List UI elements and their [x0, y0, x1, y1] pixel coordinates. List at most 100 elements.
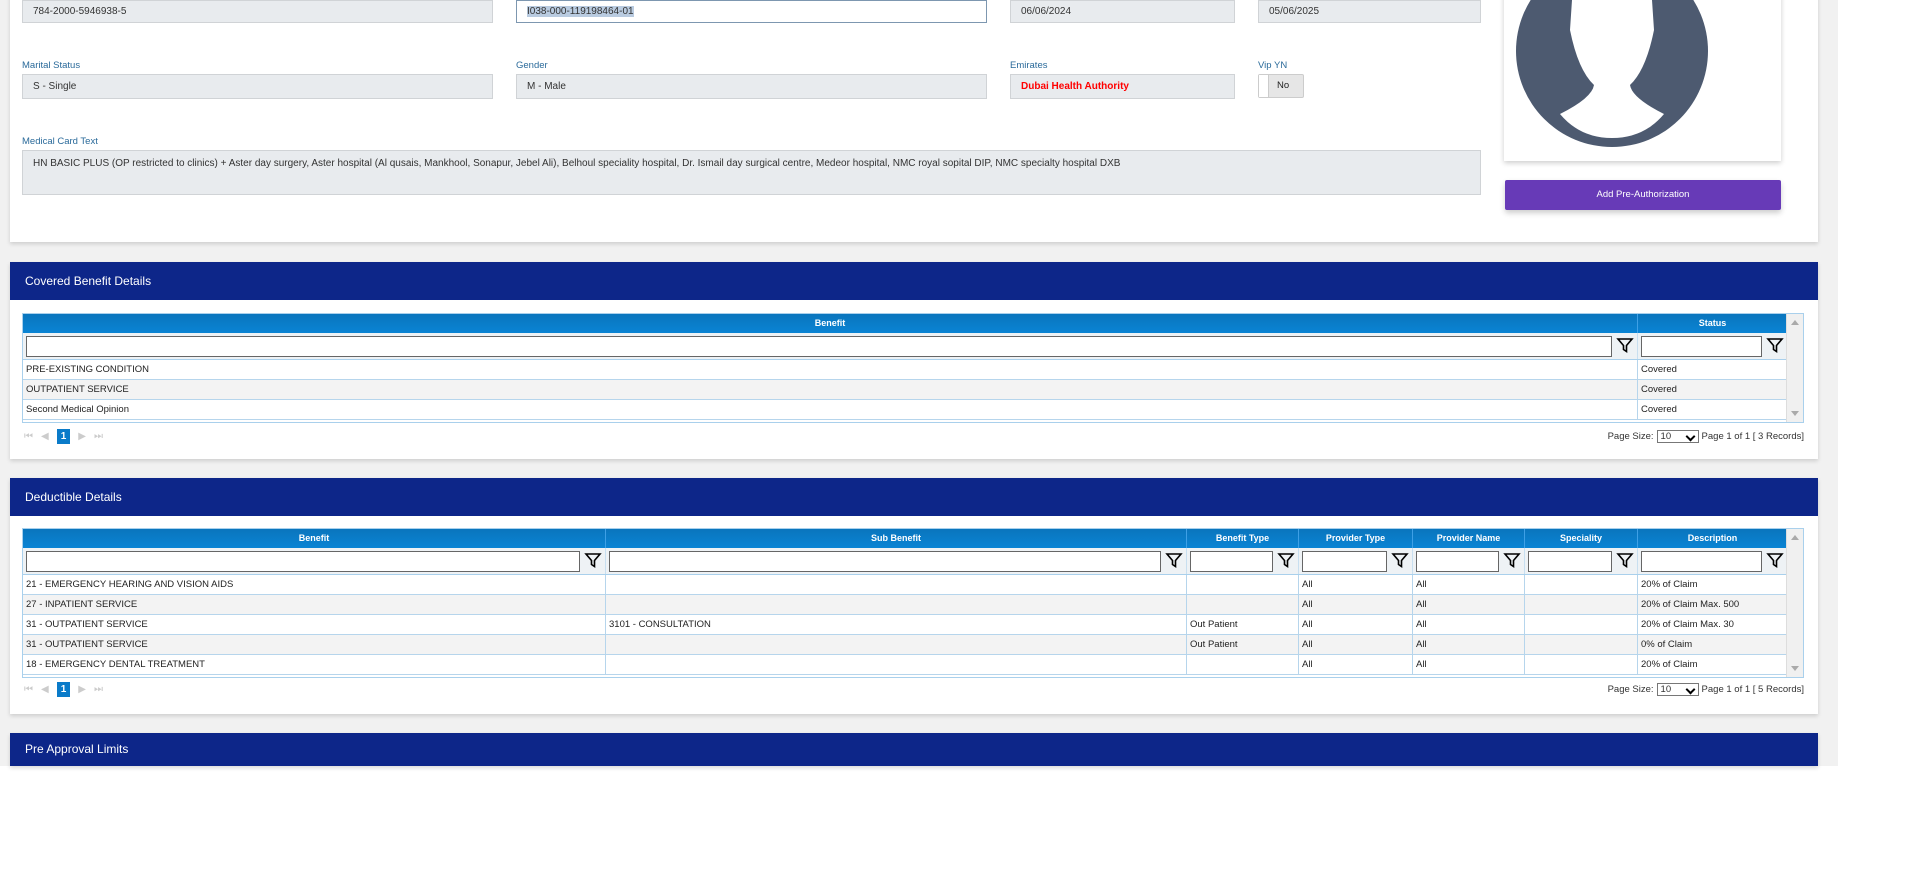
table-row[interactable]: OUTPATIENT SERVICE Covered — [23, 380, 1803, 400]
start-date-field[interactable]: 06/06/2024 — [1010, 0, 1235, 23]
table-cell: Out Patient — [1187, 635, 1299, 654]
column-header[interactable]: Speciality — [1525, 529, 1638, 548]
column-header[interactable]: Status — [1638, 314, 1788, 333]
column-header[interactable]: Provider Name — [1413, 529, 1525, 548]
page-1-button[interactable]: 1 — [56, 681, 71, 697]
next-page-icon[interactable]: ▶ — [78, 684, 86, 695]
page-1-button[interactable]: 1 — [56, 428, 71, 444]
table-cell — [1525, 615, 1638, 634]
filter-cell — [606, 548, 1187, 574]
scroll-down-icon[interactable] — [1791, 666, 1799, 671]
table-cell: 31 - OUTPATIENT SERVICE — [23, 615, 606, 634]
table-cell — [606, 635, 1187, 654]
filter-icon[interactable] — [1762, 336, 1784, 357]
last-page-icon[interactable]: ⏭ — [94, 431, 103, 442]
medical-card-text-label: Medical Card Text — [22, 136, 98, 147]
filter-input[interactable] — [1641, 335, 1762, 357]
header-row: Benefit Status — [23, 314, 1803, 333]
filter-cell — [1413, 548, 1525, 574]
pager: ⏮ ◀ 1 ▶ ⏭ — [24, 428, 103, 444]
scroll-down-icon[interactable] — [1791, 411, 1799, 416]
filter-input[interactable] — [26, 550, 580, 572]
column-header[interactable]: Benefit — [23, 529, 606, 548]
filter-row — [23, 548, 1803, 575]
column-header[interactable]: Description — [1638, 529, 1788, 548]
filter-icon[interactable] — [1273, 551, 1295, 572]
table-cell — [1525, 635, 1638, 654]
emirates-field[interactable]: Dubai Health Authority — [1010, 74, 1235, 99]
card-number-field[interactable]: I038-000-119198464-01 — [516, 0, 987, 23]
table-row[interactable]: Second Medical Opinion Covered — [23, 400, 1803, 420]
vip-toggle[interactable]: No — [1258, 74, 1304, 98]
prev-page-icon[interactable]: ◀ — [41, 431, 49, 442]
table-row[interactable]: 31 - OUTPATIENT SERVICE Out Patient All All… — [23, 635, 1803, 655]
table-row[interactable]: 21 - EMERGENCY HEARING AND VISION AIDS Al… — [23, 575, 1803, 595]
table-cell: Second Medical Opinion — [23, 400, 1638, 419]
table-cell: All — [1413, 655, 1525, 674]
table-row[interactable]: PRE-EXISTING CONDITION Covered — [23, 360, 1803, 380]
filter-cell — [1638, 333, 1788, 359]
pager-info: Page Size: 10 Page 1 of 1 [ 3 Records] — [1608, 430, 1804, 443]
table-cell — [606, 595, 1187, 614]
page-size-select[interactable]: 10 — [1656, 683, 1699, 696]
filter-icon[interactable] — [1612, 551, 1634, 572]
marital-status-label: Marital Status — [22, 60, 81, 71]
table-cell: 27 - INPATIENT SERVICE — [23, 595, 606, 614]
filter-icon[interactable] — [580, 551, 602, 572]
table-row[interactable]: 27 - INPATIENT SERVICE All All 20% of Claim… — [23, 595, 1803, 615]
page-size-label: Page Size: — [1607, 684, 1654, 695]
end-date-field[interactable]: 05/06/2025 — [1258, 0, 1481, 23]
scroll-up-icon[interactable] — [1791, 320, 1799, 325]
add-pre-authorization-button[interactable]: Add Pre-Authorization — [1505, 180, 1781, 210]
scrollbar[interactable] — [1786, 529, 1803, 677]
table-cell: All — [1299, 595, 1413, 614]
next-page-icon[interactable]: ▶ — [78, 431, 86, 442]
table-cell: All — [1413, 635, 1525, 654]
table-cell — [1187, 575, 1299, 594]
pager-info: Page Size: 10 Page 1 of 1 [ 5 Records] — [1608, 683, 1804, 696]
filter-icon[interactable] — [1499, 551, 1521, 572]
deductible-card: Deductible Details Benefit Sub Benefit Ben… — [10, 478, 1818, 714]
scroll-up-icon[interactable] — [1791, 535, 1799, 540]
first-page-icon[interactable]: ⏮ — [24, 684, 33, 695]
filter-input[interactable] — [1641, 550, 1762, 572]
last-page-icon[interactable]: ⏭ — [94, 684, 103, 695]
page-size-select[interactable]: 10 — [1656, 430, 1699, 443]
filter-icon[interactable] — [1387, 551, 1409, 572]
table-row[interactable]: 31 - OUTPATIENT SERVICE 3101 - CONSULTATI… — [23, 615, 1803, 635]
filter-icon[interactable] — [1612, 336, 1634, 357]
filter-input[interactable] — [1302, 550, 1387, 572]
page-info: Page 1 of 1 [ 5 Records] — [1701, 684, 1804, 695]
table-row[interactable]: 18 - EMERGENCY DENTAL TREATMENT All All 20%… — [23, 655, 1803, 675]
filter-input[interactable] — [609, 550, 1161, 572]
filter-cell — [1299, 548, 1413, 574]
table-cell — [606, 655, 1187, 674]
column-header[interactable]: Sub Benefit — [606, 529, 1187, 548]
filter-input[interactable] — [1528, 550, 1612, 572]
filter-input[interactable] — [26, 335, 1612, 357]
header-row: Benefit Sub Benefit Benefit Type Provider T… — [23, 529, 1803, 548]
section-title: Covered Benefit Details — [10, 262, 1818, 300]
filter-input[interactable] — [1190, 550, 1273, 572]
scrollbar[interactable] — [1786, 314, 1803, 422]
filter-input[interactable] — [1416, 550, 1499, 572]
first-page-icon[interactable]: ⏮ — [24, 431, 33, 442]
filter-icon[interactable] — [1161, 551, 1183, 572]
emirates-id-field[interactable]: 784-2000-5946938-5 — [22, 0, 493, 23]
prev-page-icon[interactable]: ◀ — [41, 684, 49, 695]
table-cell — [1187, 655, 1299, 674]
column-header[interactable]: Benefit — [23, 314, 1638, 333]
marital-status-field[interactable]: S - Single — [22, 74, 493, 99]
filter-icon[interactable] — [1762, 551, 1784, 572]
vip-value: No — [1277, 80, 1290, 91]
table-cell: 0% of Claim — [1638, 635, 1788, 654]
column-header[interactable]: Benefit Type — [1187, 529, 1299, 548]
column-header[interactable]: Provider Type — [1299, 529, 1413, 548]
table-cell: PRE-EXISTING CONDITION — [23, 360, 1638, 379]
table-cell: All — [1413, 615, 1525, 634]
section-title: Pre Approval Limits — [10, 733, 1818, 766]
covered-benefit-grid: Benefit Status PRE-EXISTING CONDITION Cover… — [22, 313, 1804, 423]
medical-card-textarea[interactable]: HN BASIC PLUS (OP restricted to clinics)… — [22, 150, 1481, 195]
gender-field[interactable]: M - Male — [516, 74, 987, 99]
avatar-card — [1504, 0, 1781, 161]
